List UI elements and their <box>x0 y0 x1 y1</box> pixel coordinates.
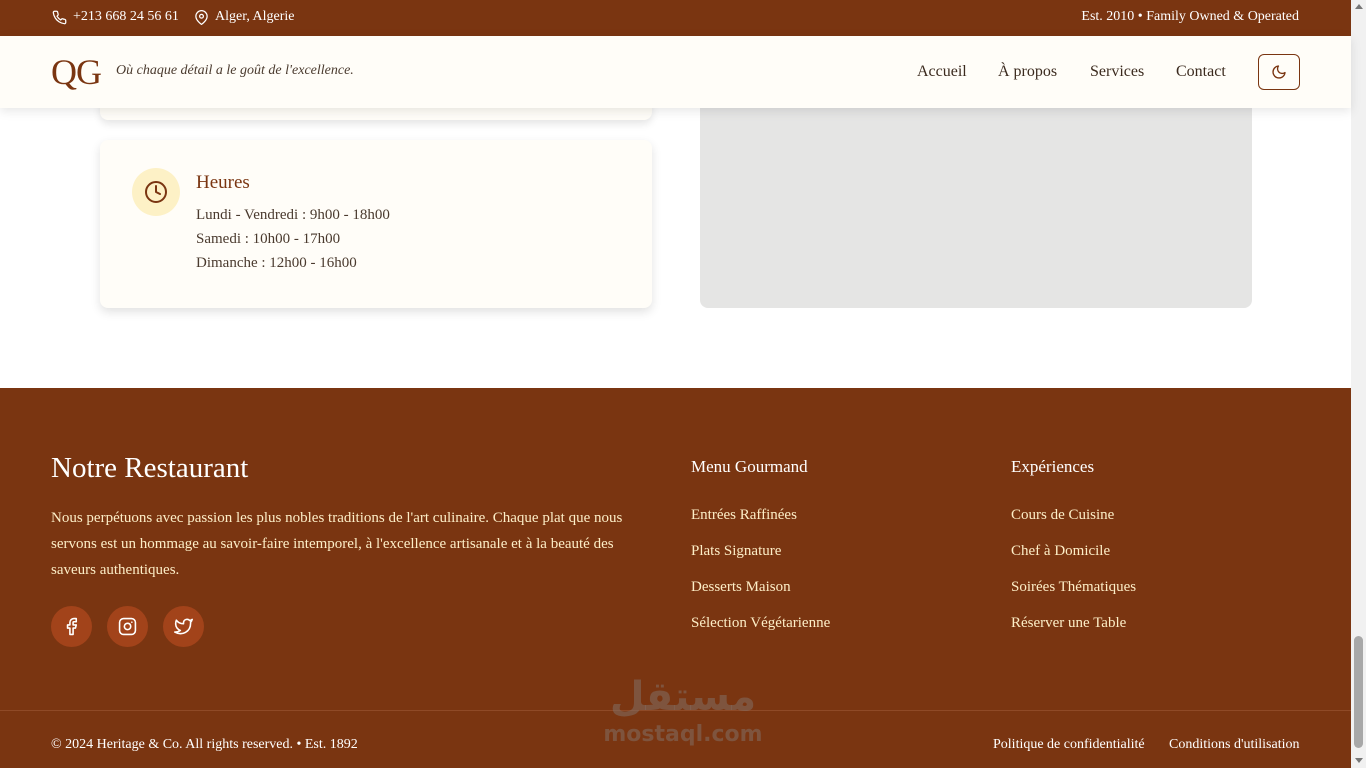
menu-link-vegetarienne[interactable]: Sélection Végétarienne <box>691 615 830 632</box>
facebook-icon <box>66 617 78 636</box>
header-tagline: Où chaque détail a le goût de l'excellen… <box>116 63 354 78</box>
scroll-up-arrow[interactable] <box>1355 4 1363 9</box>
hours-line-weekdays: Lundi - Vendredi : 9h00 - 18h00 <box>196 207 390 223</box>
menu-column-title: Menu Gourmand <box>691 457 808 476</box>
scroll-down-arrow[interactable] <box>1355 758 1363 763</box>
scroll-thumb[interactable] <box>1354 636 1363 748</box>
established-label: Est. 2010 • Family Owned & Operated <box>1081 9 1299 24</box>
map-placeholder[interactable] <box>700 100 1252 308</box>
watermark: مستقل mostaql.com <box>598 672 768 748</box>
hours-line-sunday: Dimanche : 12h00 - 16h00 <box>196 255 357 271</box>
menu-link-desserts[interactable]: Desserts Maison <box>691 579 791 596</box>
phone-icon <box>52 10 67 24</box>
copyright-text: © 2024 Heritage & Co. All rights reserve… <box>51 737 358 752</box>
site-header: QG Où chaque détail a le goût de l'excel… <box>0 36 1351 108</box>
nav-a-propos[interactable]: À propos <box>998 63 1057 81</box>
hours-card: Heures Lundi - Vendredi : 9h00 - 18h00 S… <box>100 140 652 308</box>
hours-line-saturday: Samedi : 10h00 - 17h00 <box>196 231 341 247</box>
phone-info[interactable]: +213 668 24 56 61 <box>52 9 179 25</box>
moon-icon <box>1272 65 1286 79</box>
nav-accueil[interactable]: Accueil <box>917 63 967 81</box>
watermark-latin: mostaql.com <box>603 722 763 747</box>
instagram-icon <box>118 617 137 636</box>
established-text: Est. 2010 • Family Owned & Operated <box>1081 9 1299 25</box>
phone-number: +213 668 24 56 61 <box>73 9 179 24</box>
nav-contact[interactable]: Contact <box>1176 63 1226 81</box>
instagram-link[interactable] <box>107 606 148 647</box>
logo[interactable]: QG <box>51 51 102 93</box>
page-scrollbar[interactable] <box>1351 0 1366 768</box>
top-info-bar: +213 668 24 56 61 Alger, Algerie Est. 20… <box>0 0 1351 36</box>
terms-of-use-link[interactable]: Conditions d'utilisation <box>1169 737 1299 753</box>
experience-link-cours[interactable]: Cours de Cuisine <box>1011 507 1114 524</box>
nav-services[interactable]: Services <box>1090 63 1144 81</box>
theme-toggle-button[interactable] <box>1258 54 1300 90</box>
experiences-column-title: Expériences <box>1011 457 1095 476</box>
hours-title: Heures <box>196 172 250 193</box>
menu-link-plats[interactable]: Plats Signature <box>691 543 781 560</box>
footer-title: Notre Restaurant <box>51 452 249 484</box>
clock-icon <box>145 181 167 203</box>
footer-description: Nous perpétuons avec passion les plus no… <box>51 510 623 578</box>
privacy-policy-link[interactable]: Politique de confidentialité <box>993 737 1145 753</box>
location-info: Alger, Algerie <box>194 9 295 25</box>
watermark-arabic: مستقل <box>609 674 757 720</box>
experience-link-soirees[interactable]: Soirées Thématiques <box>1011 579 1136 596</box>
menu-link-entrees[interactable]: Entrées Raffinées <box>691 507 797 524</box>
twitter-icon <box>174 618 193 635</box>
twitter-link[interactable] <box>163 606 204 647</box>
experience-link-chef[interactable]: Chef à Domicile <box>1011 543 1110 560</box>
hours-icon-wrap <box>132 168 180 216</box>
experience-link-reserver[interactable]: Réserver une Table <box>1011 615 1126 632</box>
facebook-link[interactable] <box>51 606 92 647</box>
location-text: Alger, Algerie <box>215 9 295 24</box>
map-pin-icon <box>195 9 208 25</box>
